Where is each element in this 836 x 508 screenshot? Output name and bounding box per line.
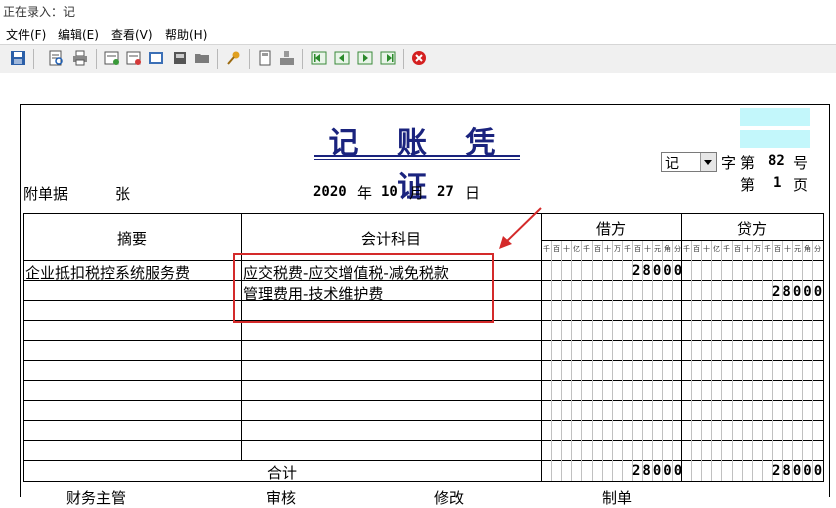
- digit-column-line: [711, 241, 712, 481]
- digit-head: 分: [814, 245, 821, 253]
- page-label: 页: [793, 176, 809, 194]
- digit-column-line: [812, 241, 813, 481]
- digit-head: 千: [583, 245, 590, 253]
- footer-modify: 修改: [434, 489, 465, 507]
- toolbar-separator: [302, 49, 303, 69]
- status-text: 正在录入：记: [3, 5, 76, 19]
- digit-column-line: [762, 241, 763, 481]
- printer2-icon[interactable]: [172, 50, 188, 66]
- row-line: [23, 460, 824, 461]
- voucher-type-value: 记: [665, 156, 679, 172]
- menu-view[interactable]: 查看(V): [111, 26, 153, 43]
- digit-column-line: [732, 241, 733, 481]
- row2-credit[interactable]: 28000: [772, 284, 824, 300]
- column-debit: 借方: [595, 220, 626, 238]
- month-label: 月: [409, 184, 425, 202]
- menu-help[interactable]: 帮助(H): [165, 26, 207, 43]
- chevron-down-icon[interactable]: [700, 153, 716, 171]
- digit-column-line: [792, 241, 793, 481]
- digit-column-line: [782, 241, 783, 481]
- voucher-year[interactable]: 2020: [313, 184, 347, 200]
- attachment-field[interactable]: [740, 108, 810, 126]
- toolbar-separator: [217, 49, 218, 69]
- prev-icon[interactable]: [334, 50, 350, 66]
- attachment-field[interactable]: [740, 130, 810, 148]
- toolbar-separator: [96, 49, 97, 69]
- digit-column-line: [752, 241, 753, 481]
- page-di-label: 第: [740, 176, 756, 194]
- menu-file[interactable]: 文件(F): [6, 26, 46, 43]
- day-label: 日: [465, 184, 481, 202]
- flow-icon[interactable]: [279, 50, 295, 66]
- voucher-number[interactable]: 82: [768, 153, 785, 169]
- voucher-month[interactable]: 10: [381, 184, 398, 200]
- next-icon[interactable]: [357, 50, 373, 66]
- column-credit: 贷方: [736, 220, 767, 238]
- key-icon[interactable]: [226, 50, 242, 66]
- edit-icon[interactable]: [126, 50, 142, 66]
- footer-audit: 审核: [266, 489, 297, 507]
- row-line: [23, 360, 824, 361]
- di-label: 第: [740, 154, 756, 172]
- save-icon[interactable]: [10, 50, 26, 66]
- row-line: [23, 440, 824, 441]
- book-icon[interactable]: [148, 50, 164, 66]
- add-icon[interactable]: [104, 50, 120, 66]
- last-icon[interactable]: [380, 50, 396, 66]
- row-line: [23, 340, 824, 341]
- print-icon[interactable]: [72, 50, 88, 66]
- digit-column-line: [691, 241, 692, 481]
- digit-column-line: [551, 241, 552, 481]
- row-line: [23, 420, 824, 421]
- footer-supervisor: 财务主管: [66, 489, 127, 507]
- toolbar-separator: [33, 49, 34, 69]
- row1-debit[interactable]: 28000: [632, 263, 684, 279]
- column-summary: 摘要: [116, 230, 147, 248]
- title-underline: [314, 159, 520, 160]
- page-number: 1: [773, 175, 782, 191]
- footer-maker: 制单: [602, 489, 633, 507]
- total-credit: 28000: [772, 463, 825, 479]
- attach-unit: 张: [115, 185, 131, 203]
- annotation-arrow: [499, 207, 542, 249]
- digit-column-line: [602, 241, 603, 481]
- year-label: 年: [357, 184, 373, 202]
- digit-column-line: [721, 241, 722, 481]
- menu-bar: 文件(F) 编辑(E) 查看(V) 帮助(H): [0, 23, 836, 43]
- digit-column-line: [561, 241, 562, 481]
- title-underline: [314, 155, 520, 157]
- row1-summary[interactable]: 企业抵扣税控系统服务费: [25, 262, 190, 283]
- digit-column-line: [592, 241, 593, 481]
- close-icon[interactable]: [411, 50, 427, 66]
- total-debit: 28000: [632, 463, 685, 479]
- voucher-day[interactable]: 27: [437, 184, 454, 200]
- digit-column-line: [802, 241, 803, 481]
- calculator-icon[interactable]: [257, 50, 273, 66]
- digit-column-line: [772, 241, 773, 481]
- first-icon[interactable]: [311, 50, 327, 66]
- menu-edit[interactable]: 编辑(E): [58, 26, 99, 43]
- folder-icon[interactable]: [194, 50, 210, 66]
- toolbar-separator: [403, 49, 404, 69]
- digit-column-line: [581, 241, 582, 481]
- toolbar: [0, 44, 836, 74]
- digit-column-line: [742, 241, 743, 481]
- zi-label: 字: [721, 154, 737, 172]
- hao-label: 号: [793, 154, 809, 172]
- digit-head: 千: [723, 245, 730, 253]
- digit-column-line: [571, 241, 572, 481]
- highlight-box: [233, 253, 494, 323]
- voucher-type-select[interactable]: 记: [661, 152, 717, 172]
- attach-label: 附单据: [23, 185, 69, 203]
- toolbar-separator: [249, 49, 250, 69]
- print-preview-icon[interactable]: [48, 50, 64, 66]
- digit-column-line: [701, 241, 702, 481]
- digit-column-line: [622, 241, 623, 481]
- row-line: [23, 400, 824, 401]
- digit-column-line: [612, 241, 613, 481]
- total-label: 合计: [267, 464, 298, 482]
- row-line: [23, 380, 824, 381]
